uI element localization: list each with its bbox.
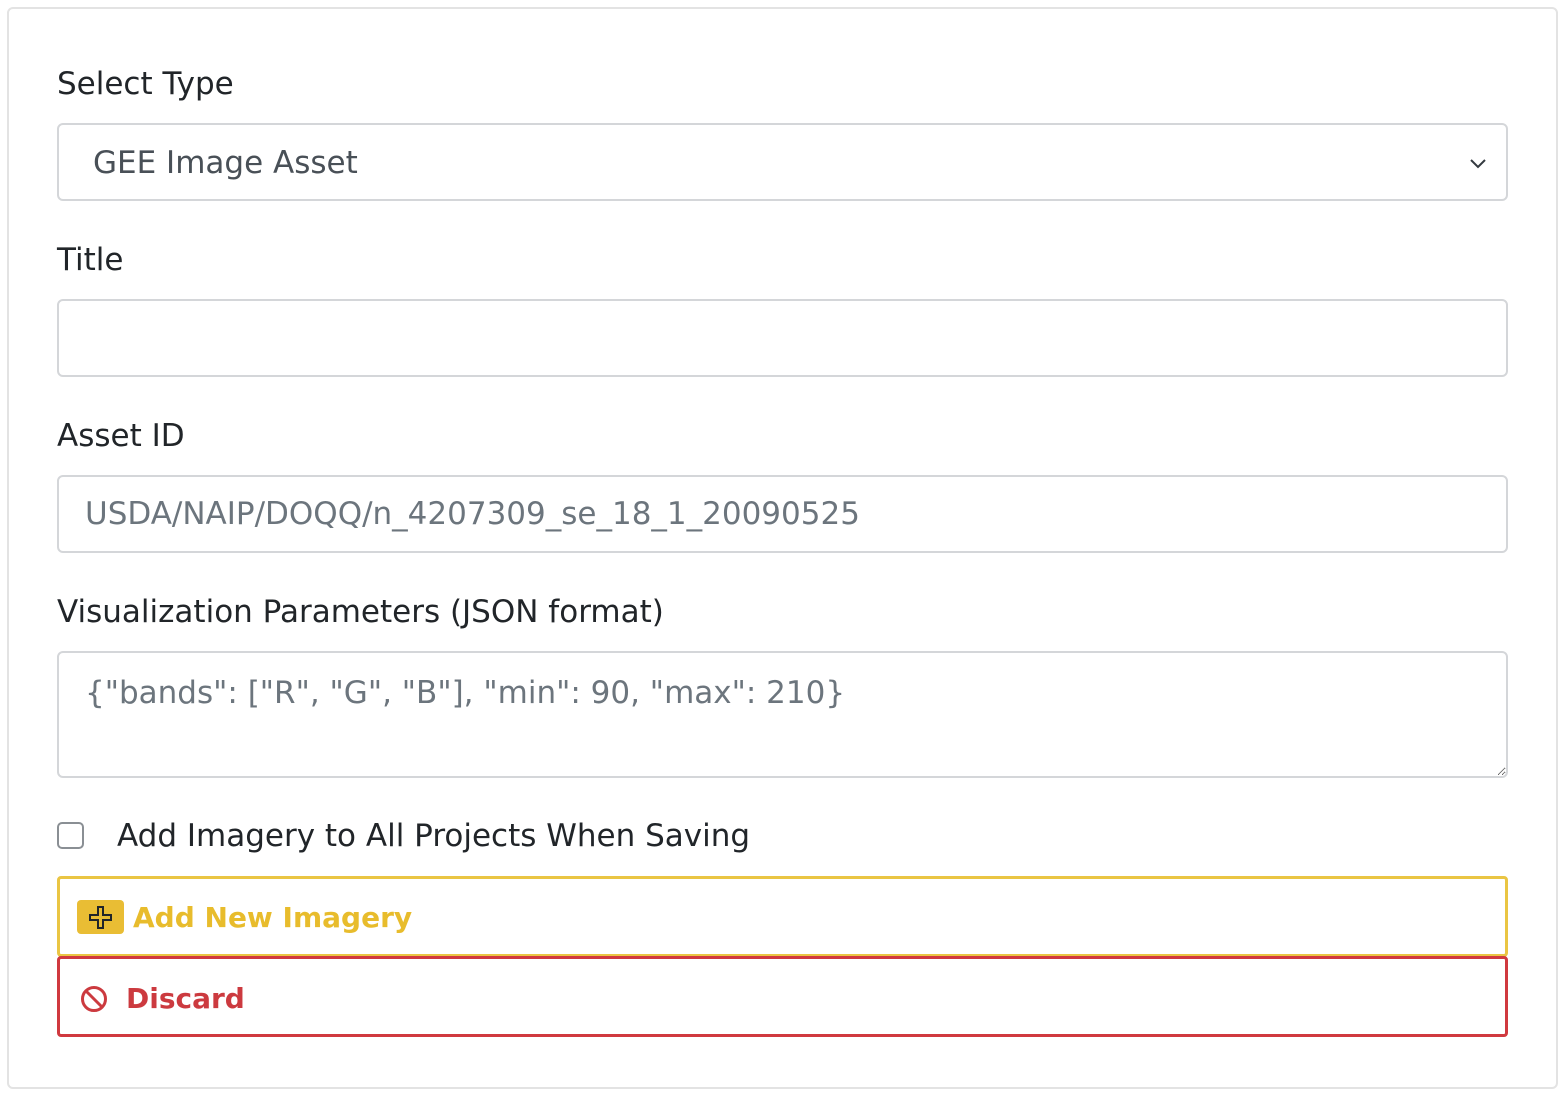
asset-id-input[interactable] (57, 475, 1508, 553)
title-input[interactable] (57, 299, 1508, 377)
discard-button[interactable]: Discard (57, 956, 1508, 1037)
ban-icon (81, 986, 107, 1012)
add-new-imagery-label: Add New Imagery (133, 901, 413, 934)
add-new-imagery-button[interactable]: Add New Imagery (57, 876, 1508, 957)
select-type-label: Select Type (57, 66, 234, 102)
add-to-all-projects-label[interactable]: Add Imagery to All Projects When Saving (117, 816, 750, 856)
type-select[interactable]: GEE Image Asset (57, 123, 1508, 201)
visualization-parameters-textarea[interactable] (57, 651, 1508, 778)
chevron-down-icon (1470, 159, 1486, 169)
title-label: Title (57, 242, 124, 278)
visualization-parameters-label: Visualization Parameters (JSON format) (57, 594, 664, 630)
add-to-all-projects-checkbox[interactable] (57, 822, 84, 849)
discard-label: Discard (126, 982, 245, 1015)
asset-id-label: Asset ID (57, 418, 185, 454)
type-select-value: GEE Image Asset (93, 145, 358, 181)
plus-square-icon (77, 900, 124, 934)
